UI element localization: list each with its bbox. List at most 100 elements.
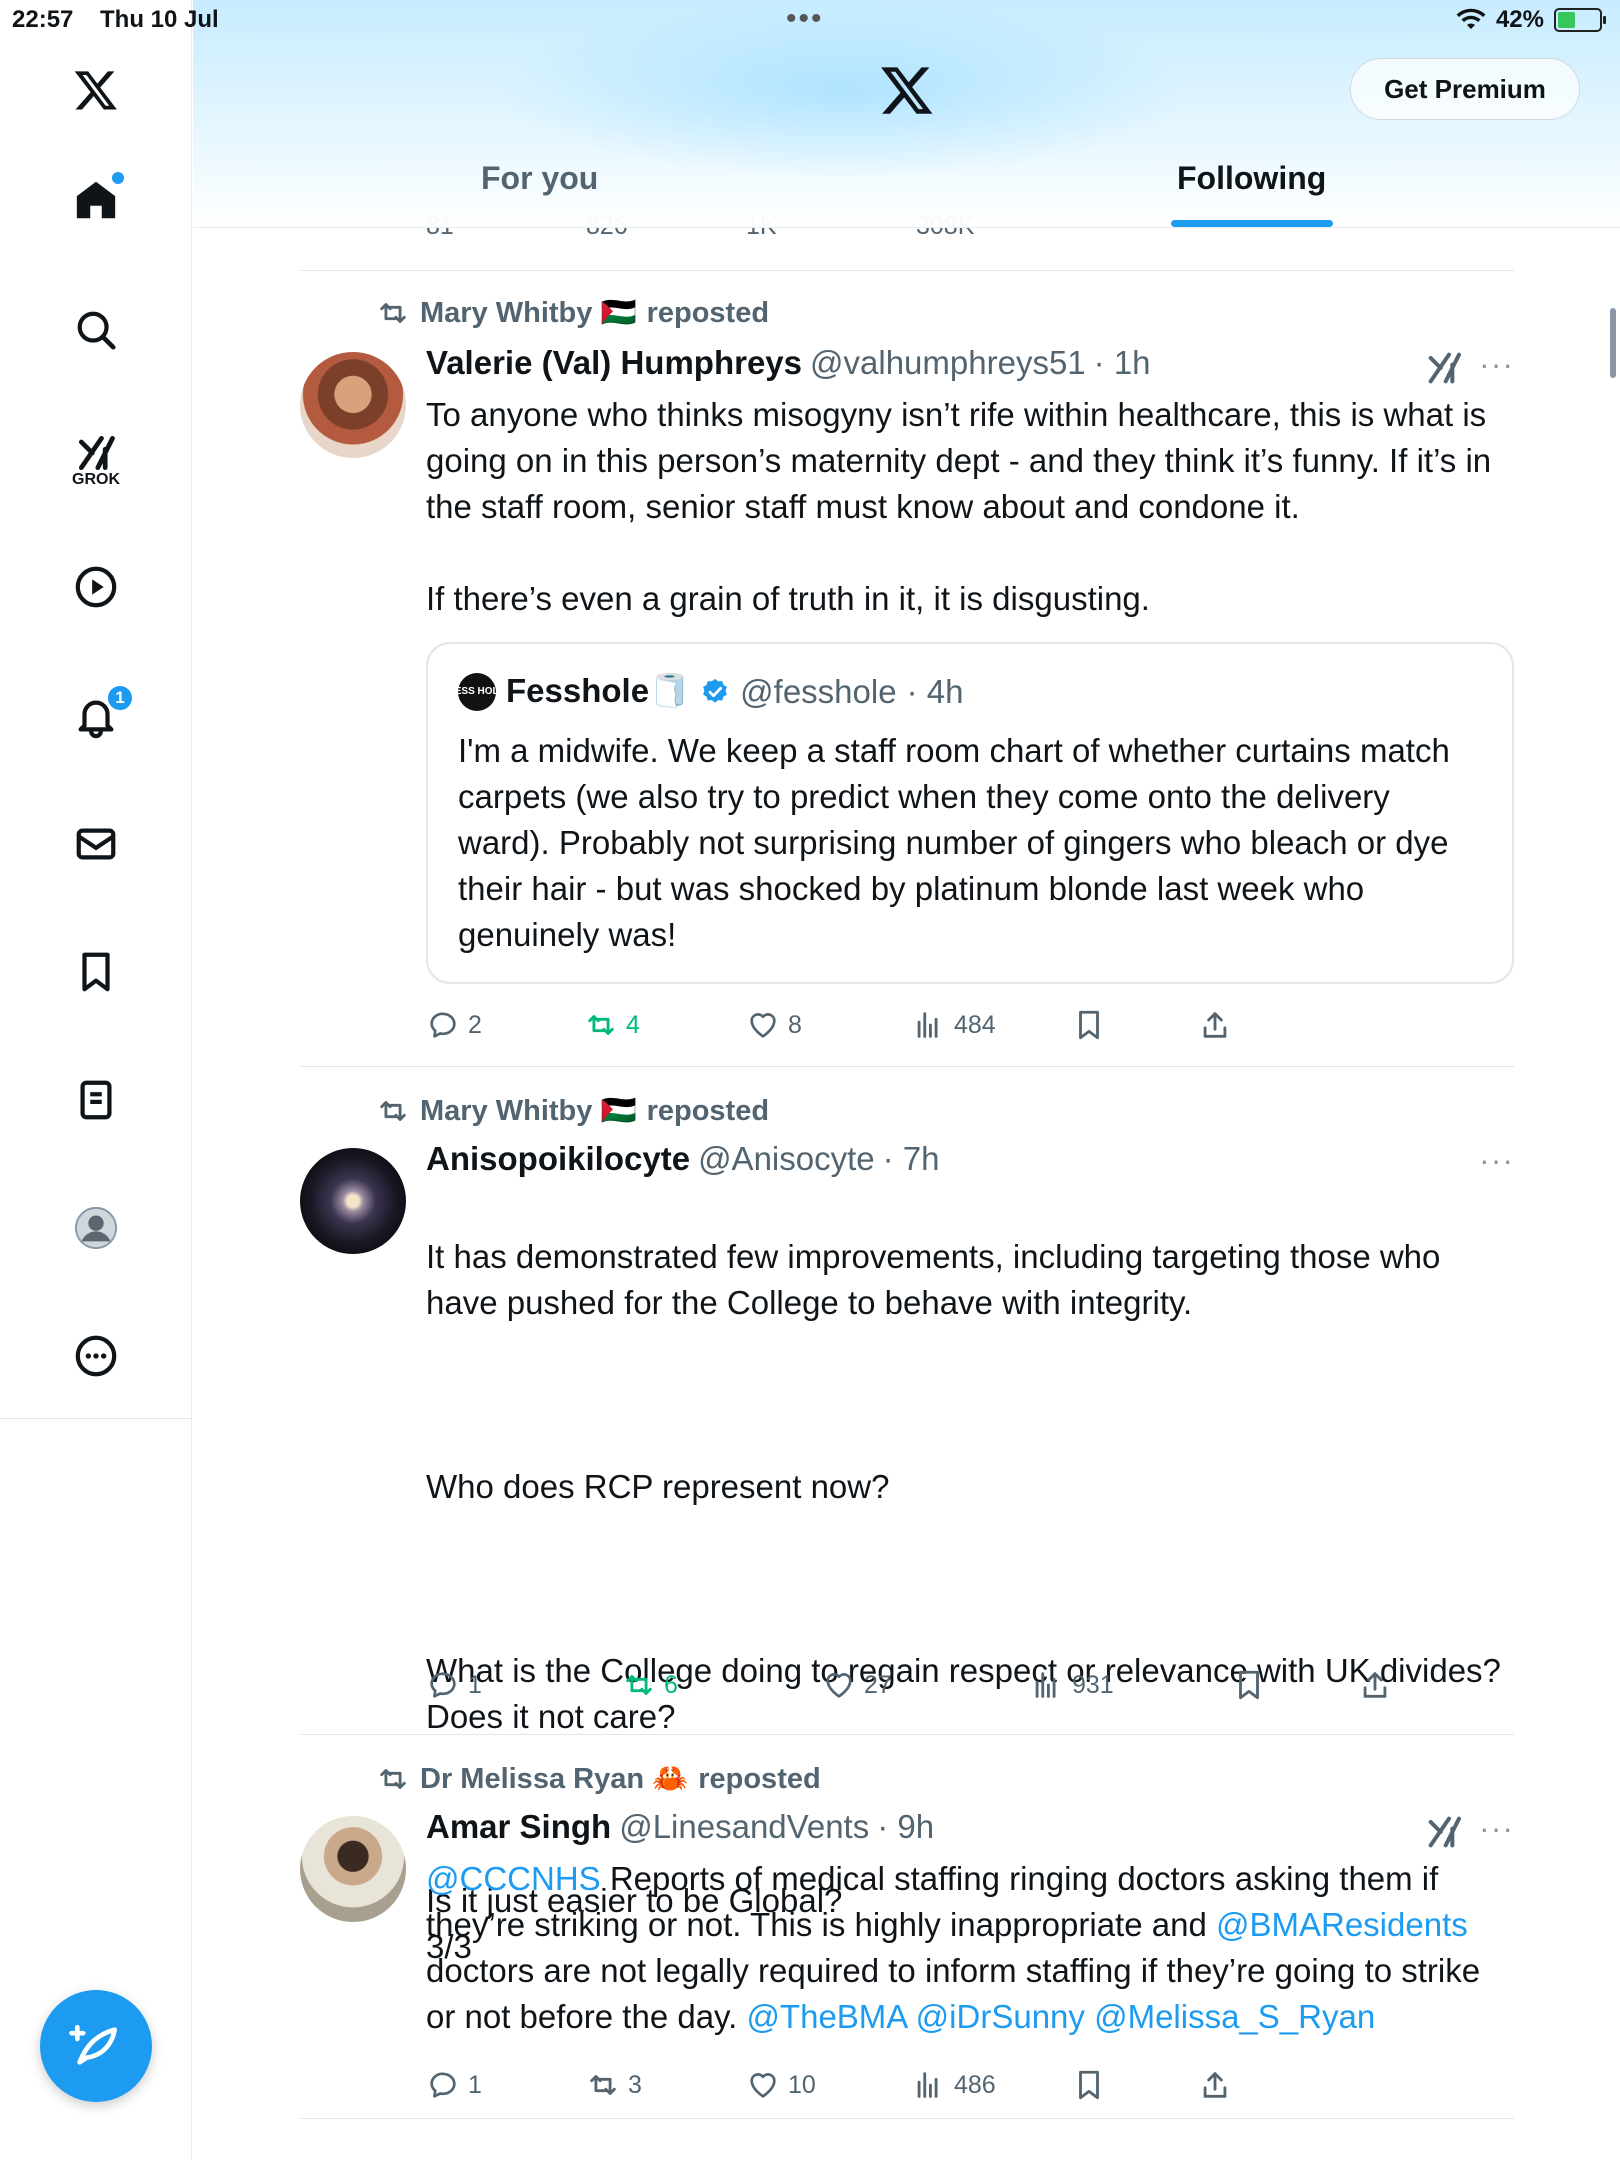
mention-link[interactable]: @TheBMA xyxy=(746,1998,906,2035)
repost-small-icon xyxy=(380,1101,406,1121)
like-count: 10 xyxy=(788,2070,816,2099)
mention-link[interactable]: @iDrSunny xyxy=(916,1998,1085,2035)
home-new-dot xyxy=(112,172,124,184)
post-text: @CCCNHS Reports of medical staffing ring… xyxy=(426,1856,1516,2040)
video-icon[interactable] xyxy=(64,555,128,619)
more-options-icon[interactable]: ··· xyxy=(1479,1810,1514,1847)
bookmark-button[interactable] xyxy=(1232,1668,1266,1702)
reposter-name[interactable]: Dr Melissa Ryan 🦀 xyxy=(420,1762,688,1796)
search-icon[interactable] xyxy=(64,298,128,362)
heart-icon xyxy=(750,2073,776,2098)
post-card[interactable]: Mary Whitby 🇵🇸 reposted Valerie (Val) Hu… xyxy=(300,296,1514,1066)
post-divider xyxy=(300,1066,1514,1067)
x-logo-icon[interactable] xyxy=(64,58,128,122)
sidebar-divider xyxy=(0,1418,192,1419)
share-button[interactable] xyxy=(1198,2068,1232,2102)
post-divider xyxy=(300,270,1514,271)
post-text-para: If there’s even a grain of truth in it, … xyxy=(426,580,1150,617)
multitask-dots-icon[interactable]: ••• xyxy=(786,2,824,36)
post-card[interactable]: Dr Melissa Ryan 🦀 reposted Amar Singh @L… xyxy=(300,1762,1514,2132)
grok-icon[interactable]: GROK xyxy=(64,420,128,500)
bookmark-button[interactable] xyxy=(1072,1008,1106,1042)
lists-icon[interactable] xyxy=(64,1068,128,1132)
battery-fill xyxy=(1558,12,1575,28)
x-header-logo-icon[interactable] xyxy=(879,62,935,118)
verified-badge-icon xyxy=(703,678,728,703)
post-time[interactable]: · 1h xyxy=(1094,344,1151,382)
repost-button[interactable]: 4 xyxy=(584,1008,640,1042)
reply-button[interactable]: 1 xyxy=(426,1668,482,1702)
avatar[interactable] xyxy=(300,1148,406,1254)
status-time: 22:57 xyxy=(12,6,74,33)
bookmark-button[interactable] xyxy=(1072,2068,1106,2102)
get-premium-button[interactable]: Get Premium xyxy=(1350,58,1580,120)
reply-button[interactable]: 2 xyxy=(426,1008,482,1042)
share-button[interactable] xyxy=(1358,1668,1392,1702)
reposter-name[interactable]: Mary Whitby 🇵🇸 xyxy=(420,296,637,330)
views-button[interactable]: 486 xyxy=(912,2068,996,2102)
author-handle[interactable]: @valhumphreys51 xyxy=(810,344,1086,382)
quoted-post-time: · 4h xyxy=(906,672,964,710)
author-name[interactable]: Valerie (Val) Humphreys xyxy=(426,344,802,382)
reply-count: 1 xyxy=(468,2070,482,2099)
avatar[interactable] xyxy=(300,352,406,458)
more-icon[interactable] xyxy=(64,1324,128,1388)
author-handle[interactable]: @LinesandVents xyxy=(619,1808,869,1846)
share-button[interactable] xyxy=(1198,1008,1232,1042)
battery-percent: 42% xyxy=(1495,6,1544,33)
battery-icon xyxy=(1554,8,1606,32)
quoted-author-handle: @fesshole xyxy=(740,672,897,710)
wifi-icon xyxy=(1456,8,1486,29)
view-count: 931 xyxy=(1072,1670,1114,1699)
like-button[interactable]: 10 xyxy=(746,2068,816,2102)
like-button[interactable]: 8 xyxy=(746,1008,802,1042)
repost-icon xyxy=(588,1015,614,1035)
author-name[interactable]: Amar Singh xyxy=(426,1808,611,1846)
compose-feather-icon xyxy=(69,2025,117,2065)
quoted-avatar[interactable]: FESS HOLE xyxy=(449,672,505,711)
quoted-author-name: Fesshole🧻 xyxy=(506,672,691,709)
more-options-icon[interactable]: ··· xyxy=(1479,1142,1514,1179)
post-card[interactable]: Mary Whitby 🇵🇸 reposted Anisopoikilocyte… xyxy=(300,1094,1516,1965)
more-options-icon[interactable]: ··· xyxy=(1479,346,1514,383)
mention-link[interactable]: @CCCNHS xyxy=(426,1860,601,1897)
repost-indicator: Mary Whitby 🇵🇸 reposted xyxy=(376,1094,769,1128)
avatar[interactable] xyxy=(300,1816,406,1922)
post-time[interactable]: · 9h xyxy=(877,1808,934,1846)
author-name[interactable]: Anisopoikilocyte xyxy=(426,1140,690,1178)
mail-icon[interactable] xyxy=(64,812,128,876)
bookmark-post-icon xyxy=(1239,1670,1259,1700)
home-icon[interactable] xyxy=(64,168,128,232)
repost-button[interactable]: 3 xyxy=(586,2068,642,2102)
bookmark-icon[interactable] xyxy=(64,940,128,1004)
grok-explain-icon[interactable] xyxy=(1424,1812,1464,1852)
post-text-para: Who does RCP represent now? xyxy=(426,1468,890,1505)
scrollbar-thumb[interactable] xyxy=(1610,308,1616,378)
mention-link[interactable]: @Melissa_S_Ryan xyxy=(1094,1998,1375,2035)
views-button[interactable]: 484 xyxy=(912,1008,996,1042)
post-time[interactable]: · 7h xyxy=(883,1140,940,1178)
reposted-label: reposted xyxy=(646,1094,770,1127)
profile-icon[interactable] xyxy=(64,1196,128,1260)
views-button[interactable]: 931 xyxy=(1030,1668,1114,1702)
grok-explain-icon[interactable] xyxy=(1424,348,1464,388)
bookmark-post-icon xyxy=(1079,2070,1099,2100)
quoted-post[interactable]: FESS HOLE Fesshole🧻 @fesshole · 4h I'm a… xyxy=(426,642,1514,984)
post-header: Amar Singh @LinesandVents · 9h xyxy=(426,1808,934,1846)
like-button[interactable]: 27 xyxy=(822,1668,892,1702)
reposter-name[interactable]: Mary Whitby 🇵🇸 xyxy=(420,1094,637,1128)
tab-for-you[interactable]: For you xyxy=(481,160,598,197)
compose-button[interactable] xyxy=(40,1990,152,2102)
post-text-para: It has demonstrated few improvements, in… xyxy=(426,1238,1441,1321)
post-text: To anyone who thinks misogyny isn’t rife… xyxy=(426,392,1516,622)
tab-following[interactable]: Following xyxy=(1177,160,1326,197)
reply-button[interactable]: 1 xyxy=(426,2068,482,2102)
author-handle[interactable]: @Anisocyte xyxy=(698,1140,875,1178)
bookmark-post-icon xyxy=(1079,1010,1099,1040)
post-actions: 2 4 8 484 xyxy=(426,1008,1516,1048)
reply-count: 2 xyxy=(468,1010,482,1039)
mention-link[interactable]: @BMAResidents xyxy=(1216,1906,1468,1943)
notifications-icon[interactable]: 1 xyxy=(64,684,134,748)
repost-button[interactable]: 6 xyxy=(622,1668,678,1702)
